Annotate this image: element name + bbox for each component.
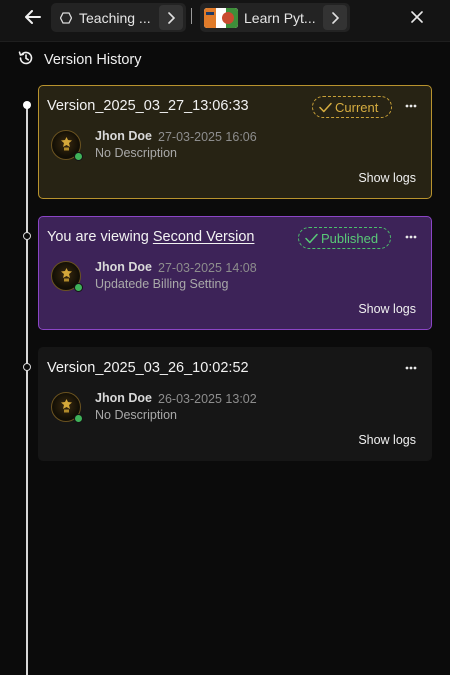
version-description: Updatede Billing Setting	[95, 277, 229, 291]
viewing-prefix: You are viewing	[47, 229, 149, 245]
current-badge: Current	[312, 96, 392, 118]
more-options-icon[interactable]	[401, 360, 421, 376]
check-icon	[305, 233, 318, 244]
avatar	[51, 392, 83, 423]
online-status-indicator	[74, 152, 83, 161]
version-description: No Description	[95, 408, 177, 422]
published-badge: Published	[298, 227, 391, 249]
version-link[interactable]: Second Version	[153, 229, 255, 245]
breadcrumb-tab-label: Teaching ...	[79, 9, 151, 26]
author-name: Jhon Doe	[95, 260, 152, 274]
chevron-right-icon[interactable]	[323, 5, 347, 30]
course-thumbnail	[204, 7, 238, 28]
version-card[interactable]: Version_2025_03_26_10:02:52 Jhon Doe 26-…	[38, 347, 432, 461]
show-logs-button[interactable]: Show logs	[358, 302, 416, 316]
timeline-dot	[23, 232, 31, 240]
history-icon	[18, 50, 34, 71]
page-title: Version History	[44, 52, 142, 68]
back-arrow-icon[interactable]	[20, 7, 46, 27]
version-description: No Description	[95, 146, 177, 160]
check-icon	[319, 102, 332, 113]
avatar	[51, 130, 83, 161]
chevron-right-icon[interactable]	[159, 5, 183, 30]
badge-label: Published	[321, 230, 379, 246]
version-title: You are viewing Second Version	[47, 229, 254, 245]
breadcrumb-divider	[191, 8, 192, 24]
version-title: Version_2025_03_27_13:06:33	[47, 98, 249, 114]
version-date: 27-03-2025 14:08	[158, 261, 257, 275]
close-icon[interactable]	[406, 8, 428, 26]
author-name: Jhon Doe	[95, 391, 152, 405]
timeline-line	[26, 104, 28, 675]
badge-label: Current	[335, 99, 379, 115]
online-status-indicator	[74, 283, 83, 292]
show-logs-button[interactable]: Show logs	[358, 433, 416, 447]
top-bar: Teaching ... Learn Pyt...	[0, 0, 450, 42]
timeline-dot	[23, 363, 31, 371]
breadcrumb-tab-label: Learn Pyt...	[244, 9, 316, 26]
hexagon-icon	[59, 11, 73, 25]
breadcrumb-tab-teaching[interactable]: Teaching ...	[51, 3, 186, 32]
online-status-indicator	[74, 414, 83, 423]
version-history-header: Version History	[18, 50, 142, 70]
more-options-icon[interactable]	[401, 98, 421, 114]
version-card-viewing[interactable]: You are viewing Second Version Published…	[38, 216, 432, 330]
version-date: 27-03-2025 16:06	[158, 130, 257, 144]
avatar	[51, 261, 83, 292]
timeline-dot-current	[23, 101, 31, 109]
author-name: Jhon Doe	[95, 129, 152, 143]
version-date: 26-03-2025 13:02	[158, 392, 257, 406]
version-title: Version_2025_03_26_10:02:52	[47, 360, 249, 376]
breadcrumb-tab-course[interactable]: Learn Pyt...	[200, 3, 350, 32]
show-logs-button[interactable]: Show logs	[358, 171, 416, 185]
more-options-icon[interactable]	[401, 229, 421, 245]
version-card-current[interactable]: Version_2025_03_27_13:06:33 Current Jhon…	[38, 85, 432, 199]
